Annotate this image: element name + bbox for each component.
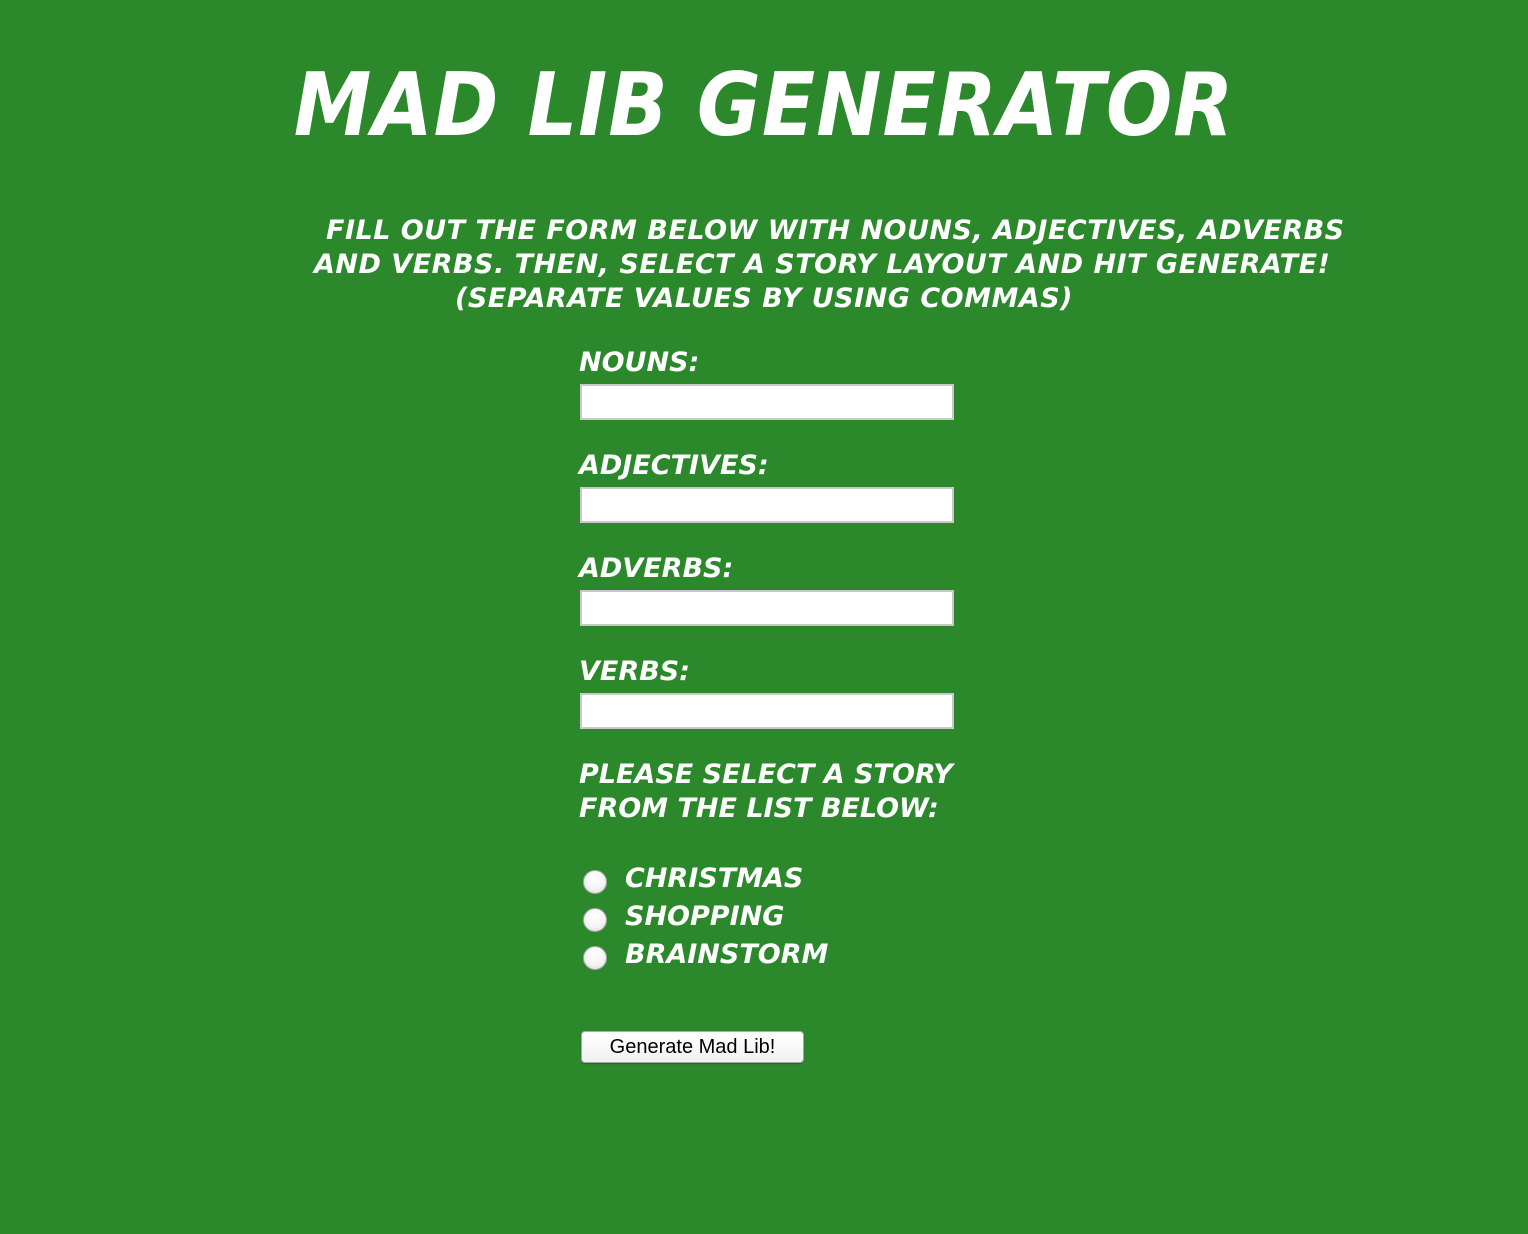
adverbs-label: Adverbs: xyxy=(579,553,734,584)
story-prompt-line-2: from the list below: xyxy=(579,793,939,824)
instructions-line-2: and verbs. Then, select a story layout a… xyxy=(314,249,1331,280)
christmas-radio[interactable] xyxy=(583,870,607,894)
story-radio-group: Christmas Shopping Brainstorm xyxy=(579,860,999,974)
adverbs-input[interactable] xyxy=(580,590,954,626)
story-option-brainstorm[interactable]: Brainstorm xyxy=(579,936,999,974)
generate-button[interactable]: Generate Mad Lib! xyxy=(581,1031,804,1063)
story-prompt: Please select a story from the list belo… xyxy=(579,758,999,826)
mad-lib-form: Nouns: Adjectives: Adverbs: Verbs: Pleas… xyxy=(579,346,999,974)
instructions-line-3: (Separate values by using commas) xyxy=(454,283,1073,314)
instructions-line-1: Fill out the form below with nouns, adje… xyxy=(326,215,1345,246)
verbs-input[interactable] xyxy=(580,693,954,729)
adjectives-input[interactable] xyxy=(580,487,954,523)
instructions: Fill out the form below with nouns, adje… xyxy=(314,214,1345,316)
brainstorm-radio[interactable] xyxy=(583,946,607,970)
nouns-label: Nouns: xyxy=(579,347,700,378)
story-prompt-line-1: Please select a story xyxy=(579,759,953,790)
christmas-label: Christmas xyxy=(625,863,804,894)
story-option-christmas[interactable]: Christmas xyxy=(579,860,999,898)
brainstorm-label: Brainstorm xyxy=(625,939,829,970)
shopping-radio[interactable] xyxy=(583,908,607,932)
page-root: { "page": { "title": "Mad Lib Generator"… xyxy=(0,0,1528,1234)
story-option-shopping[interactable]: Shopping xyxy=(579,898,999,936)
verbs-label: Verbs: xyxy=(579,656,690,687)
adjectives-label: Adjectives: xyxy=(579,450,769,481)
page-title: Mad Lib Generator xyxy=(293,55,1235,157)
nouns-input[interactable] xyxy=(580,384,954,420)
shopping-label: Shopping xyxy=(625,901,785,932)
